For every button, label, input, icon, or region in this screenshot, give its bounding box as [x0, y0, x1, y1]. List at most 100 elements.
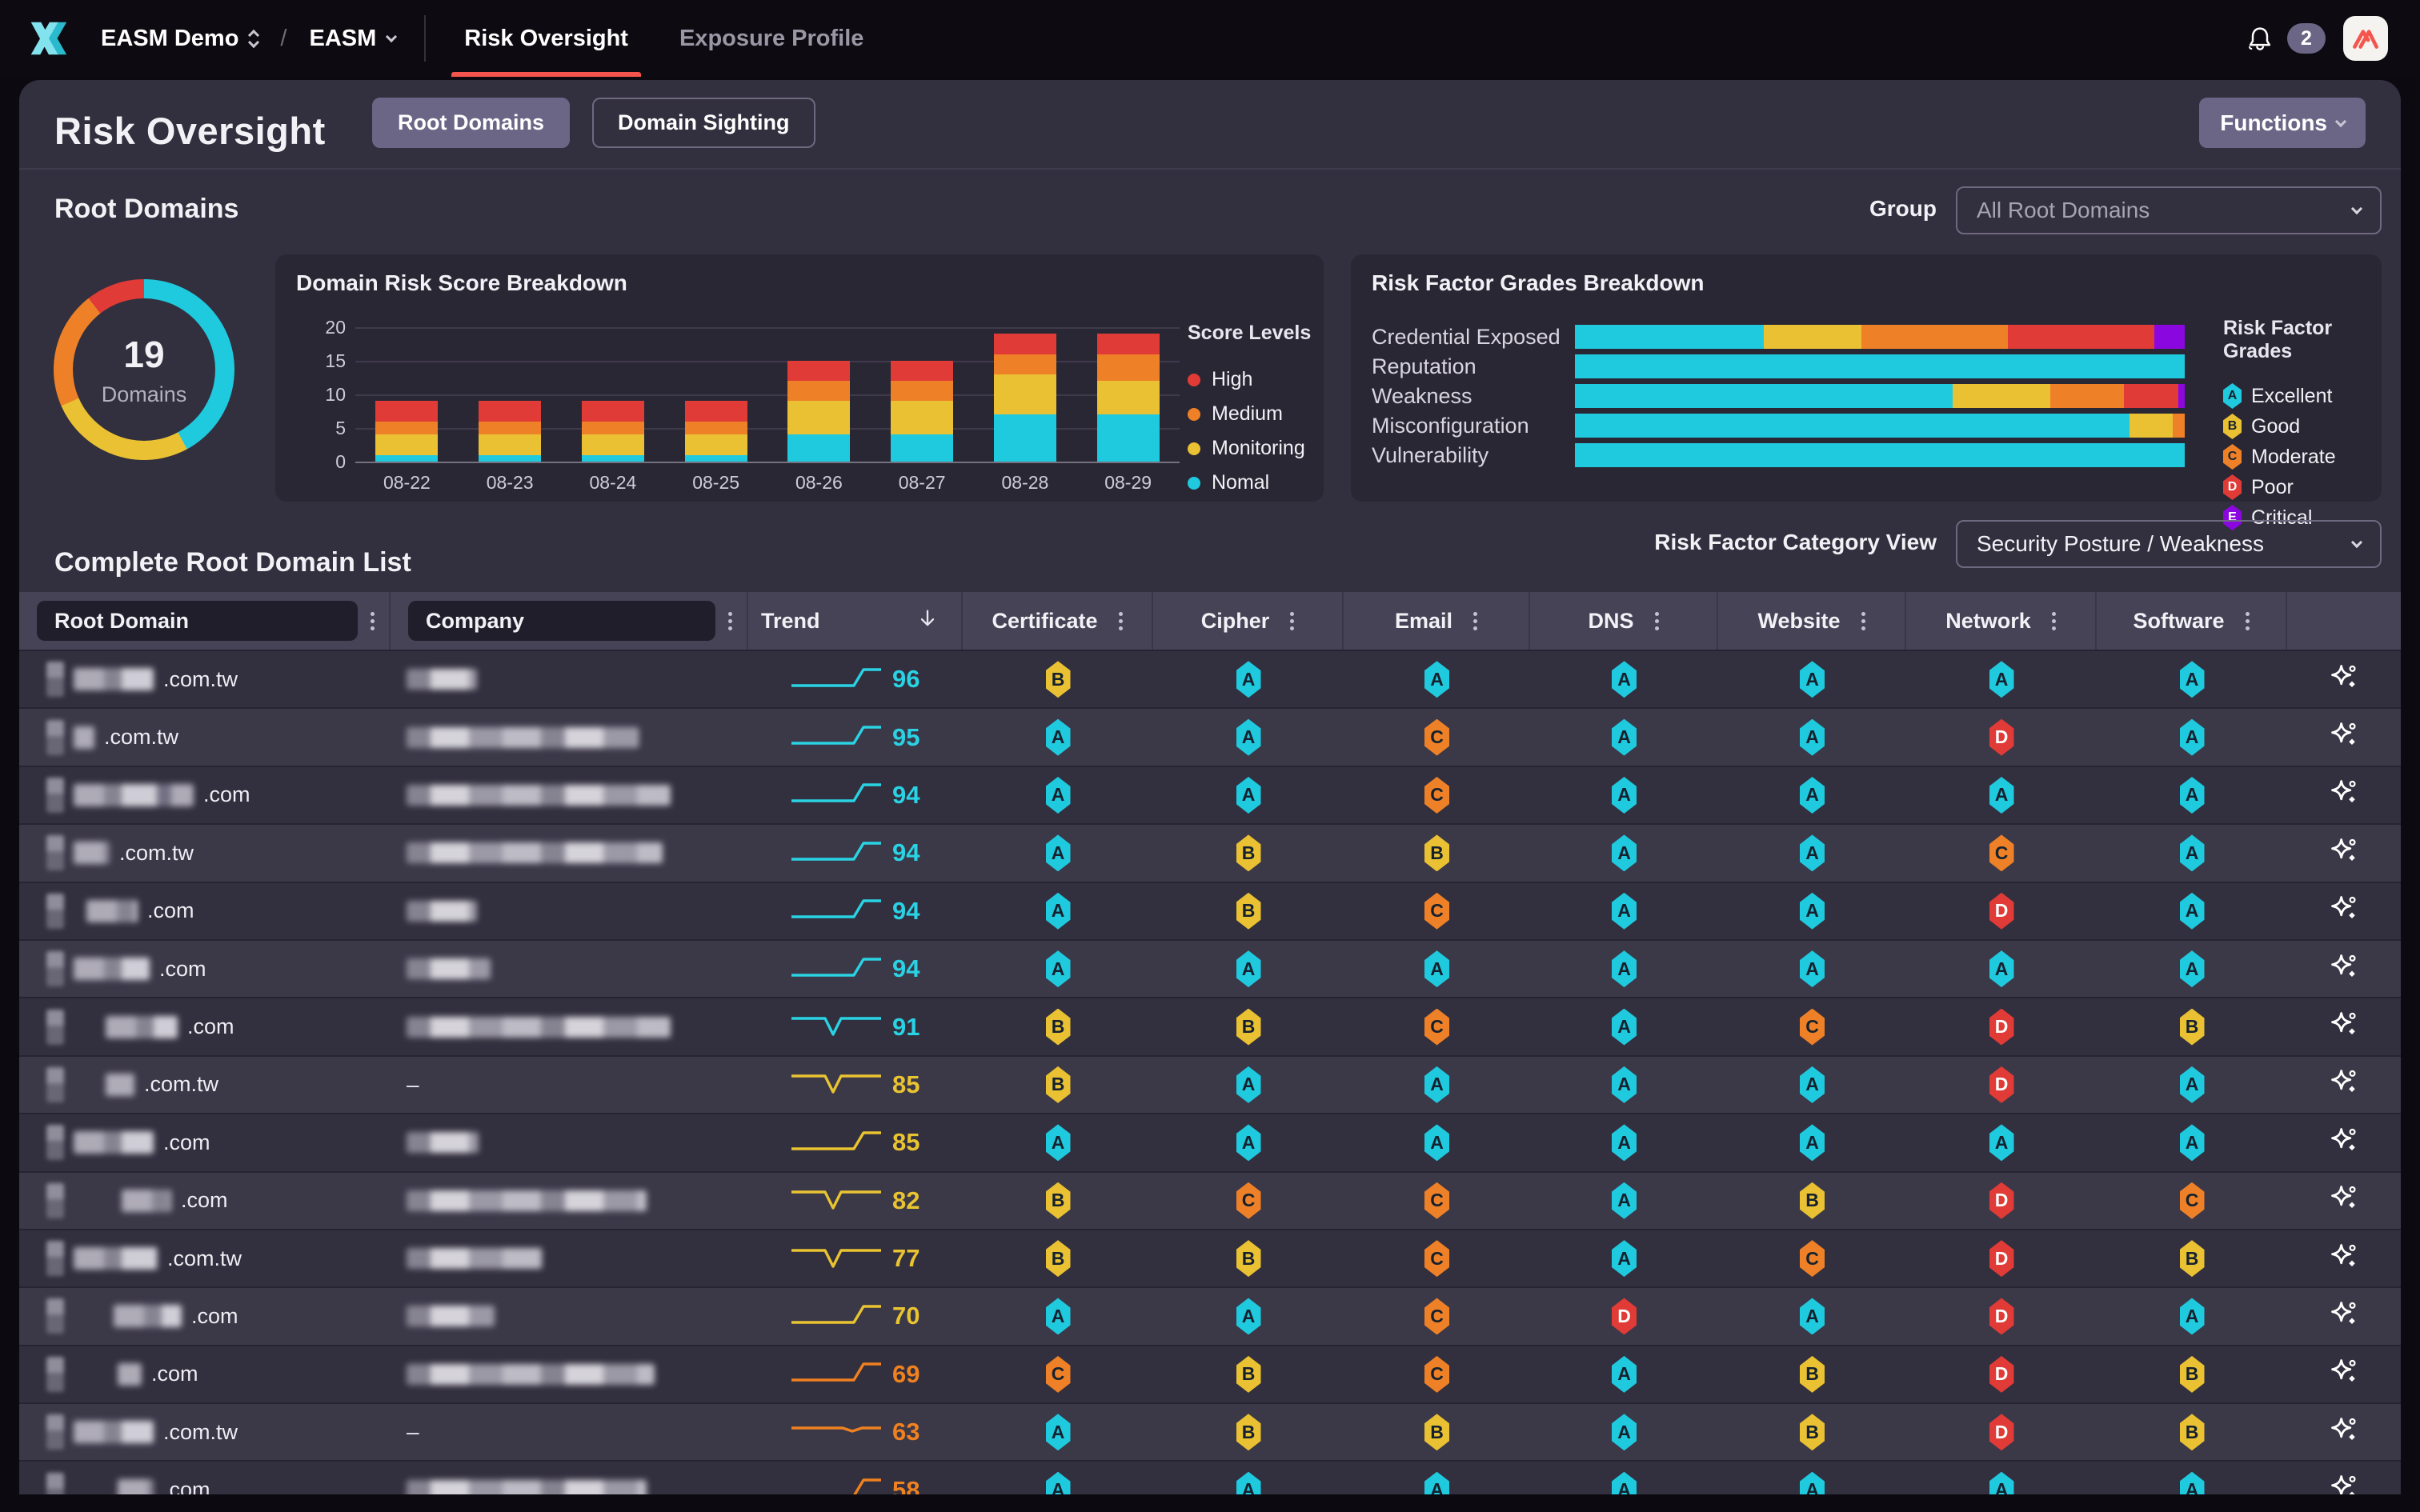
grade-cell-website: A — [1718, 893, 1906, 930]
legend-item: DPoor — [2223, 472, 2382, 502]
table-row[interactable]: .com82BCCABDC — [19, 1171, 2401, 1229]
column-filter-box[interactable]: Company — [408, 601, 715, 641]
sparkle-actions-icon[interactable] — [2328, 777, 2360, 813]
kebab-menu-icon[interactable] — [2052, 619, 2056, 623]
trend-cell: 96 — [748, 662, 963, 698]
domain-name-redacted — [74, 958, 150, 980]
notifications-button[interactable] — [2246, 24, 2274, 53]
table-row[interactable]: .com58AAAAAAA — [19, 1460, 2401, 1494]
grade-cell-software: B — [2097, 1009, 2287, 1046]
sparkle-actions-icon[interactable] — [2328, 1298, 2360, 1334]
company-name-redacted — [407, 842, 663, 863]
grade-badge-a: A — [1236, 719, 1261, 756]
table-row[interactable]: .com94AACAAAA — [19, 766, 2401, 823]
grade-badge-a: A — [2180, 1472, 2205, 1494]
row-actions-cell — [2287, 1356, 2401, 1392]
table-row[interactable]: .com69CBCABDB — [19, 1345, 2401, 1402]
sparkle-actions-icon[interactable] — [2328, 1356, 2360, 1392]
sparkle-actions-icon[interactable] — [2328, 1241, 2360, 1277]
table-row[interactable]: .com85AAAAAAA — [19, 1113, 2401, 1170]
company-cell — [391, 1306, 748, 1326]
grade-cell-email: A — [1344, 1124, 1530, 1161]
grade-badge-a: A — [2180, 893, 2205, 930]
tab-risk-oversight[interactable]: Risk Oversight — [439, 0, 654, 77]
table-body: .com.tw96BAAAAAA.com.tw95AACAADA.com94AA… — [19, 650, 2401, 1494]
grade-badge-a: A — [1612, 1009, 1637, 1046]
row-actions-cell — [2287, 835, 2401, 871]
company-name-redacted — [407, 1364, 655, 1385]
grade-badge-d: D — [1989, 1182, 2014, 1219]
company-name-redacted — [407, 669, 477, 690]
table-row[interactable]: .com.tw–63ABBABDB — [19, 1402, 2401, 1460]
domain-name-redacted — [74, 1421, 154, 1443]
column-header-network: Network — [1906, 592, 2097, 650]
kebab-menu-icon[interactable] — [1290, 619, 1294, 623]
table-row[interactable]: .com.tw95AACAADA — [19, 707, 2401, 765]
trend-cell: 94 — [748, 951, 963, 987]
top-nav: EASM Demo / EASM Risk OversightExposure … — [0, 0, 2420, 77]
functions-button[interactable]: Functions — [2199, 98, 2366, 148]
root-domains-toggle[interactable]: Root Domains — [372, 98, 570, 148]
sparkle-actions-icon[interactable] — [2328, 1414, 2360, 1450]
grade-cell-network: D — [1906, 719, 2097, 756]
legend-dot — [1188, 442, 1200, 455]
row-actions-cell — [2287, 1414, 2401, 1450]
sparkle-actions-icon[interactable] — [2328, 1066, 2360, 1102]
grade-badge-c: C — [1424, 1298, 1449, 1334]
column-filter-box[interactable]: Root Domain — [37, 601, 358, 641]
kebab-menu-icon[interactable] — [1473, 619, 1477, 623]
nav-divider — [424, 15, 426, 62]
table-row[interactable]: .com91BBCACDB — [19, 997, 2401, 1054]
category-view-select[interactable]: Security Posture / Weakness — [1956, 520, 2382, 568]
kebab-menu-icon[interactable] — [2246, 619, 2250, 623]
company-cell — [391, 1480, 748, 1494]
brand-logo[interactable] — [24, 15, 70, 62]
trend-cell: 63 — [748, 1414, 963, 1450]
x-axis-tick: 08-26 — [787, 472, 850, 494]
sparkle-actions-icon[interactable] — [2328, 719, 2360, 755]
grade-badge-a: A — [1236, 661, 1261, 698]
sparkle-actions-icon[interactable] — [2328, 893, 2360, 929]
kebab-menu-icon[interactable] — [371, 619, 375, 623]
table-row[interactable]: .com.tw77BBCACDB — [19, 1229, 2401, 1286]
avatar[interactable] — [2343, 16, 2388, 61]
grade-cell-software: A — [2097, 719, 2287, 756]
sparkle-actions-icon[interactable] — [2328, 1125, 2360, 1161]
sparkle-actions-icon[interactable] — [2328, 835, 2360, 871]
tab-exposure-profile[interactable]: Exposure Profile — [654, 0, 889, 77]
domain-risk-score-title: Domain Risk Score Breakdown — [296, 270, 627, 296]
table-row[interactable]: .com94ABCAADA — [19, 882, 2401, 939]
sort-descending-icon[interactable] — [916, 607, 939, 635]
table-row[interactable]: .com.tw94ABBAACA — [19, 823, 2401, 881]
favicon-redacted — [46, 1241, 64, 1276]
risk-score: 85 — [892, 1128, 952, 1157]
kebab-menu-icon[interactable] — [1861, 619, 1865, 623]
table-row[interactable]: .com94AAAAAAA — [19, 939, 2401, 997]
table-row[interactable]: .com70AACDADA — [19, 1286, 2401, 1344]
grade-cell-website: C — [1718, 1009, 1906, 1046]
kebab-menu-icon[interactable] — [1655, 619, 1659, 623]
sparkle-actions-icon[interactable] — [2328, 951, 2360, 987]
grade-cell-website: A — [1718, 1298, 1906, 1334]
group-select[interactable]: All Root Domains — [1956, 186, 2382, 234]
product-switcher[interactable]: EASM — [309, 26, 395, 52]
domain-name-redacted — [74, 842, 110, 864]
grade-badge-a: A — [1800, 1472, 1825, 1494]
root-domain-cell: .com.tw — [19, 835, 391, 870]
grade-cell-dns: A — [1530, 834, 1718, 871]
risk-factor-grades-title: Risk Factor Grades Breakdown — [1372, 270, 1704, 296]
domain-sighting-toggle[interactable]: Domain Sighting — [592, 98, 815, 148]
grade-cell-network: D — [1906, 1009, 2097, 1046]
root-domain-cell: .com — [19, 1473, 391, 1494]
org-switcher[interactable]: EASM Demo — [101, 26, 258, 52]
row-actions-cell — [2287, 1009, 2401, 1045]
kebab-menu-icon[interactable] — [1119, 619, 1123, 623]
sparkle-actions-icon[interactable] — [2328, 662, 2360, 698]
table-row[interactable]: .com.tw–85BAAAADA — [19, 1055, 2401, 1113]
sparkle-actions-icon[interactable] — [2328, 1182, 2360, 1218]
kebab-menu-icon[interactable] — [728, 619, 732, 623]
grade-badge-a: A — [1236, 1124, 1261, 1161]
table-row[interactable]: .com.tw96BAAAAAA — [19, 650, 2401, 707]
sparkle-actions-icon[interactable] — [2328, 1472, 2360, 1494]
sparkle-actions-icon[interactable] — [2328, 1009, 2360, 1045]
